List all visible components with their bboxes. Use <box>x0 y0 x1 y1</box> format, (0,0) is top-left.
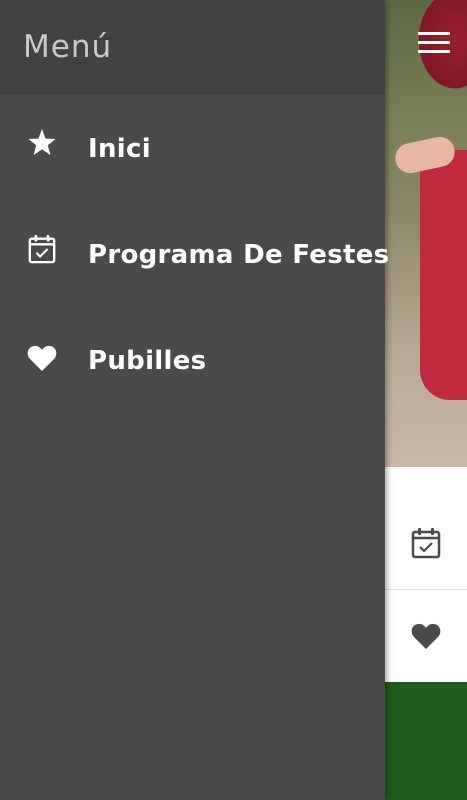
calendar-check-icon <box>28 234 56 264</box>
heart-icon <box>411 623 441 649</box>
menu-item-label: Inici <box>88 134 151 164</box>
calendar-check-icon <box>411 528 441 559</box>
star-icon <box>28 129 56 155</box>
bg-row-programa[interactable] <box>385 497 467 590</box>
hero-dress <box>420 150 467 400</box>
app-screen: Menú Inici Programa De Festes Pubilles <box>0 0 467 800</box>
navigation-drawer: Menú Inici Programa De Festes Pubilles <box>0 0 389 800</box>
menu-item-inici[interactable]: Inici <box>0 94 385 200</box>
menu-item-pubilles[interactable]: Pubilles <box>0 306 385 412</box>
hamburger-line <box>418 50 450 53</box>
hamburger-line <box>418 32 450 35</box>
drawer-title: Menú <box>23 28 113 65</box>
menu-item-programa-de-festes[interactable]: Programa De Festes <box>0 200 389 306</box>
menu-item-label: Programa De Festes <box>88 240 390 270</box>
bg-row-pubilles[interactable] <box>385 590 467 682</box>
menu-item-label: Pubilles <box>88 346 207 376</box>
hamburger-line <box>418 41 450 44</box>
heart-icon <box>27 345 57 371</box>
hamburger-icon[interactable] <box>418 32 450 54</box>
bg-footer <box>385 682 467 800</box>
drawer-header: Menú <box>0 0 385 94</box>
